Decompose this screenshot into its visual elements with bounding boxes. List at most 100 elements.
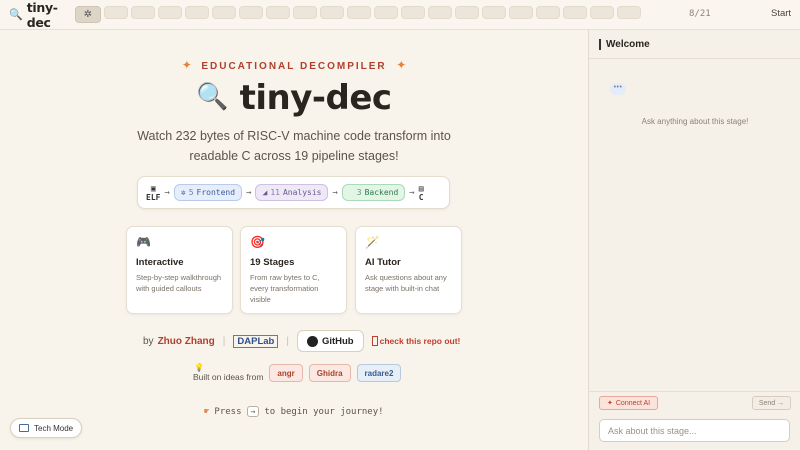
arrow-icon: → bbox=[409, 187, 415, 198]
card-title: Interactive bbox=[136, 257, 184, 268]
stage-tab[interactable] bbox=[158, 6, 182, 19]
target-icon: 🎯 bbox=[250, 235, 265, 249]
tool-badge-radare2[interactable]: radare2 bbox=[356, 364, 402, 382]
feature-card-interactive: 🎮 Interactive Step-by-step walkthrough w… bbox=[126, 226, 233, 314]
pointer-icon bbox=[371, 336, 378, 346]
built-on: 💡 Built on ideas from angr Ghidra radare… bbox=[193, 363, 402, 382]
frontend-chip[interactable]: ✲ 5 Frontend bbox=[173, 184, 243, 201]
backend-count: 3 bbox=[356, 188, 362, 197]
stage-tab[interactable] bbox=[239, 6, 263, 19]
check-repo-text: check this repo out! bbox=[379, 336, 461, 346]
stage-tab[interactable] bbox=[401, 6, 425, 19]
chat-input[interactable] bbox=[599, 419, 790, 442]
pipeline-end-label: C bbox=[418, 192, 424, 202]
sparkle-icon: ✦ bbox=[181, 58, 192, 72]
send-button[interactable]: Send → bbox=[752, 396, 791, 410]
brand[interactable]: 🔍 tiny-dec bbox=[0, 0, 74, 30]
backend-label: Backend bbox=[364, 188, 399, 197]
monitor-icon bbox=[349, 188, 354, 197]
stage-tab[interactable] bbox=[104, 6, 128, 19]
chat-empty-hint: Ask anything about this stage! bbox=[641, 117, 749, 126]
pipeline-end: ▤ C bbox=[419, 184, 424, 202]
arrow-icon: → bbox=[332, 187, 338, 198]
card-desc: Step-by-step walkthrough with guided cal… bbox=[136, 273, 222, 293]
pipeline-start-label: ELF bbox=[146, 192, 161, 202]
card-desc: Ask questions about any stage with built… bbox=[365, 273, 447, 293]
subtitle: Watch 232 bytes of RISC-V machine code t… bbox=[137, 129, 451, 163]
stage-tab-active[interactable]: ✲ bbox=[75, 6, 101, 23]
lightbulb-icon: 💡 bbox=[194, 363, 204, 372]
chat-bubble-icon: ••• bbox=[610, 83, 626, 95]
tool-badge-angr[interactable]: angr bbox=[269, 364, 303, 382]
arrow-key: → bbox=[246, 406, 260, 417]
backend-chip[interactable]: 3 Backend bbox=[341, 184, 406, 201]
stage-tab[interactable] bbox=[320, 6, 344, 19]
stage-tab[interactable] bbox=[185, 6, 209, 19]
magic-wand-icon: 🪄 bbox=[365, 235, 380, 249]
chat-title: Welcome bbox=[606, 38, 650, 50]
stage-tab[interactable] bbox=[293, 6, 317, 19]
github-button[interactable]: GitHub bbox=[296, 330, 364, 352]
start-button[interactable]: Start bbox=[771, 8, 791, 19]
magnifier-icon: 🔍 bbox=[9, 9, 23, 21]
pipeline-start: ▣ ELF bbox=[146, 184, 160, 202]
stage-tab[interactable] bbox=[455, 6, 479, 19]
author-link[interactable]: Zhuo Zhang bbox=[158, 336, 215, 347]
press-hint: ☛ Press → to begin your journey! bbox=[204, 406, 384, 417]
main-content: ✦ EDUCATIONAL DECOMPILER ✦ 🔍 tiny-dec Wa… bbox=[0, 30, 588, 450]
analysis-count: 11 bbox=[270, 188, 280, 197]
chart-icon: ◢ bbox=[262, 188, 268, 197]
credits: by Zhuo Zhang | DAPLab | GitHub check th… bbox=[143, 330, 460, 352]
built-on-label-wrap: 💡 Built on ideas from bbox=[193, 363, 263, 382]
feature-card-stages: 🎯 19 Stages From raw bytes to C, every t… bbox=[240, 226, 347, 314]
app-name: tiny-dec bbox=[26, 0, 58, 30]
stage-tab[interactable] bbox=[131, 6, 155, 19]
chat-panel: Welcome ••• Ask anything about this stag… bbox=[588, 30, 800, 450]
stage-tab[interactable] bbox=[509, 6, 533, 19]
github-icon bbox=[306, 335, 318, 347]
page-title: 🔍 tiny-dec bbox=[0, 78, 588, 118]
stage-counter: 8/21 bbox=[689, 9, 711, 19]
divider: | bbox=[286, 335, 289, 347]
tech-mode-toggle[interactable]: Tech Mode bbox=[10, 418, 83, 438]
daplab-logo[interactable]: DAPLab bbox=[233, 334, 279, 348]
eyebrow: ✦ EDUCATIONAL DECOMPILER ✦ bbox=[0, 58, 588, 72]
press-before: Press bbox=[214, 406, 242, 417]
stage-tab[interactable] bbox=[428, 6, 452, 19]
card-desc: From raw bytes to C, every transformatio… bbox=[250, 273, 320, 304]
stage-tab[interactable] bbox=[536, 6, 560, 19]
frontend-label: Frontend bbox=[196, 188, 236, 197]
github-label: GitHub bbox=[321, 335, 354, 347]
stage-tab[interactable] bbox=[212, 6, 236, 19]
title-text: tiny-dec bbox=[239, 78, 392, 118]
press-after: to begin your journey! bbox=[264, 406, 384, 417]
stage-tab[interactable] bbox=[482, 6, 506, 19]
chat-header: Welcome bbox=[589, 30, 800, 59]
header-accent bbox=[599, 38, 601, 50]
gear-icon: ✲ bbox=[180, 188, 186, 197]
stage-tab[interactable] bbox=[347, 6, 371, 19]
by-label: by bbox=[143, 335, 154, 347]
connect-ai-button[interactable]: ✦ Connect AI bbox=[599, 396, 659, 410]
divider: | bbox=[222, 335, 226, 347]
check-repo-hint: check this repo out! bbox=[371, 336, 461, 346]
stage-tab[interactable] bbox=[563, 6, 587, 19]
document-icon: ▤ bbox=[418, 183, 424, 193]
tool-badge-ghidra[interactable]: Ghidra bbox=[308, 364, 351, 382]
stage-tab[interactable] bbox=[374, 6, 398, 19]
stage-tab[interactable] bbox=[617, 6, 641, 19]
card-title: 19 Stages bbox=[250, 257, 295, 268]
floppy-icon: ▣ bbox=[150, 183, 156, 193]
stage-tab[interactable] bbox=[590, 6, 614, 19]
analysis-chip[interactable]: ◢ 11 Analysis bbox=[255, 184, 329, 201]
analysis-label: Analysis bbox=[282, 188, 322, 197]
monitor-icon bbox=[19, 424, 29, 432]
eyebrow-text: EDUCATIONAL DECOMPILER bbox=[201, 61, 387, 72]
stage-tab[interactable] bbox=[266, 6, 290, 19]
chat-footer: ✦ Connect AI Send → bbox=[589, 391, 800, 450]
feature-card-ai-tutor: 🪄 AI Tutor Ask questions about any stage… bbox=[355, 226, 462, 314]
magnifier-icon: 🔍 bbox=[196, 82, 229, 112]
pointing-hand-icon: ☛ bbox=[204, 406, 210, 417]
tech-mode-label: Tech Mode bbox=[34, 423, 74, 433]
built-on-label: Built on ideas from bbox=[193, 372, 264, 382]
